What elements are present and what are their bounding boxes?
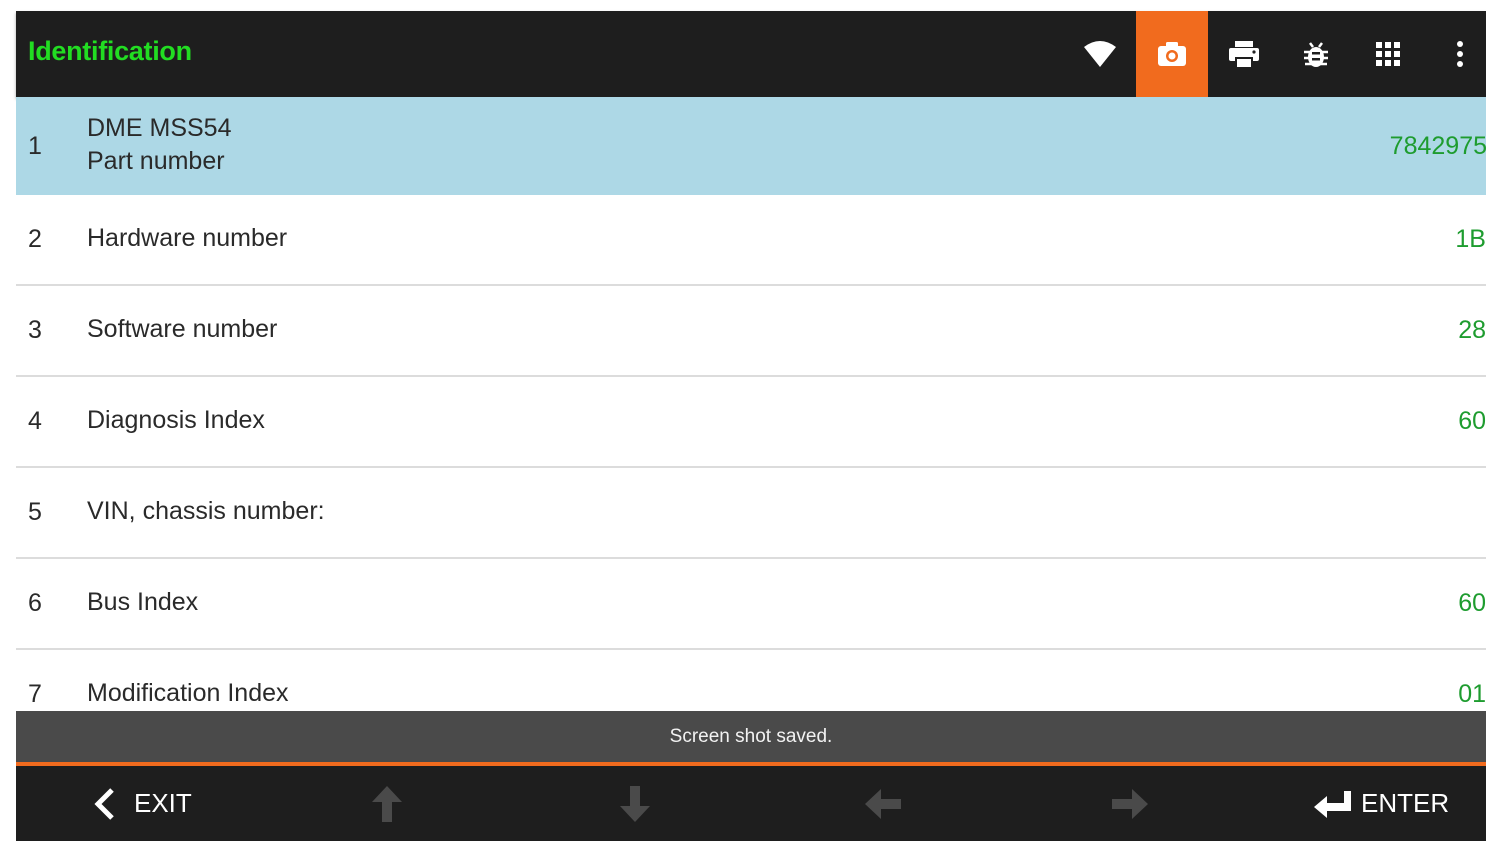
row-number: 2 — [28, 225, 42, 253]
row-label: VIN, chassis number: — [87, 497, 325, 525]
chevron-left-icon — [94, 787, 114, 820]
enter-icon — [1314, 790, 1351, 818]
row-number: 7 — [28, 680, 42, 708]
row-label: Software number — [87, 315, 278, 343]
page-title: Identification — [28, 36, 192, 66]
identification-list: 1 DME MSS54 Part number 7842975 2 Hardwa… — [16, 97, 1486, 711]
left-button[interactable] — [864, 766, 902, 841]
apps-button[interactable] — [1352, 11, 1424, 97]
arrow-left-icon — [865, 788, 901, 819]
row-value: 1B — [1455, 225, 1486, 253]
row-value: 7842975 — [1389, 132, 1486, 160]
arrow-down-icon — [620, 785, 650, 822]
grid-icon — [1376, 42, 1400, 66]
enter-label: ENTER — [1361, 788, 1450, 818]
screenshot-button[interactable] — [1136, 11, 1208, 97]
row-value: 01 — [1458, 680, 1486, 708]
exit-button[interactable]: EXIT — [92, 766, 192, 841]
row-number: 5 — [28, 498, 42, 526]
up-button[interactable] — [371, 766, 403, 841]
more-vert-icon — [1457, 41, 1463, 67]
row-number: 3 — [28, 316, 42, 344]
debug-button[interactable] — [1280, 11, 1352, 97]
enter-button[interactable]: ENTER — [1313, 766, 1449, 841]
row-title: DME MSS54 — [87, 114, 232, 142]
arrow-right-icon — [1112, 788, 1148, 819]
row-number: 4 — [28, 407, 42, 435]
print-icon — [1229, 41, 1259, 67]
list-item[interactable]: 4 Diagnosis Index 60 — [16, 377, 1486, 468]
list-item[interactable]: 1 DME MSS54 Part number 7842975 — [16, 97, 1486, 197]
print-button[interactable] — [1208, 11, 1280, 97]
app-bar: Identification — [16, 11, 1486, 97]
wifi-button[interactable] — [1064, 11, 1136, 97]
frame-left — [0, 11, 16, 841]
row-number: 1 — [28, 132, 42, 160]
list-item[interactable]: 2 Hardware number 1B — [16, 195, 1486, 286]
exit-label: EXIT — [134, 788, 192, 818]
bottom-bar: EXIT ENTER — [16, 766, 1486, 841]
list-item[interactable]: 7 Modification Index 01 — [16, 650, 1486, 711]
wifi-icon — [1084, 41, 1116, 67]
list-item[interactable]: 5 VIN, chassis number: — [16, 468, 1486, 559]
arrow-up-icon — [372, 785, 402, 822]
camera-icon — [1158, 42, 1186, 66]
row-value: 60 — [1458, 407, 1486, 435]
frame-top — [0, 0, 1486, 11]
list-item[interactable]: 3 Software number 28 — [16, 286, 1486, 377]
bug-icon — [1304, 42, 1328, 67]
row-label: Diagnosis Index — [87, 406, 265, 434]
row-label: Bus Index — [87, 588, 199, 616]
more-options-button[interactable] — [1424, 11, 1486, 97]
toast-message: Screen shot saved. — [16, 711, 1486, 762]
list-item[interactable]: 6 Bus Index 60 — [16, 559, 1486, 650]
row-value: 60 — [1458, 589, 1486, 617]
row-value: 28 — [1458, 316, 1486, 344]
down-button[interactable] — [619, 766, 651, 841]
row-label: Modification Index — [87, 679, 289, 707]
row-label: Part number — [87, 147, 225, 175]
row-label: Hardware number — [87, 224, 288, 252]
right-button[interactable] — [1111, 766, 1149, 841]
row-number: 6 — [28, 589, 42, 617]
